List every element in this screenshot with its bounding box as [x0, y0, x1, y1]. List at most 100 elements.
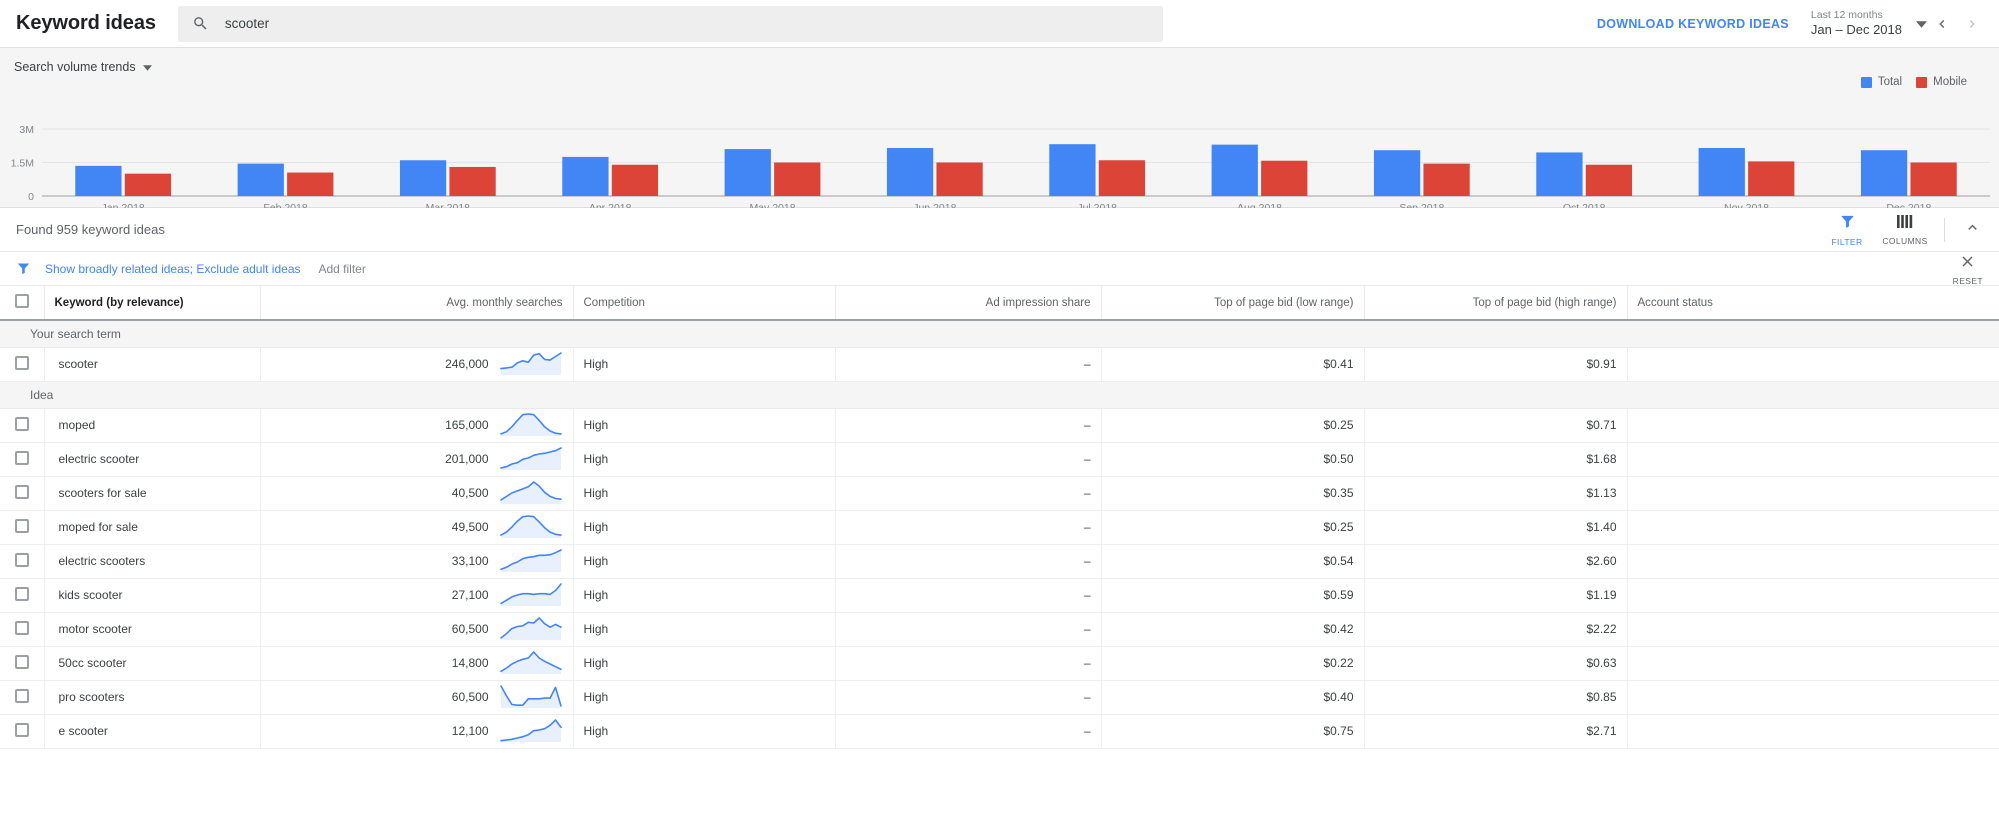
ad-impression-share-cell: – — [835, 347, 1102, 382]
search-icon — [192, 15, 209, 32]
table-row[interactable]: 50cc scooter 14,800 High – $0.22 $0.63 — [0, 646, 1999, 681]
row-checkbox-cell[interactable] — [0, 714, 45, 749]
date-range-value: Jan – Dec 2018 — [1810, 22, 1902, 38]
column-header-bid-low[interactable]: Top of page bid (low range) — [1101, 286, 1365, 321]
toolbar-divider — [1944, 218, 1945, 242]
chart-title-dropdown[interactable]: Search volume trends — [0, 48, 152, 76]
column-header-competition[interactable]: Competition — [573, 286, 836, 321]
search-box[interactable] — [177, 5, 1163, 42]
row-checkbox[interactable] — [14, 688, 29, 703]
table-row[interactable]: kids scooter 27,100 High – $0.59 $1.19 — [0, 578, 1999, 613]
sparkline-chart — [499, 352, 562, 375]
avg-monthly-searches-cell: 201,000 — [260, 442, 574, 477]
keyword-cell: 50cc scooter — [44, 646, 261, 681]
avg-monthly-searches-cell: 33,100 — [260, 544, 574, 579]
chevron-down-icon[interactable] — [1916, 19, 1927, 30]
row-checkbox-cell[interactable] — [0, 442, 45, 477]
row-checkbox[interactable] — [14, 586, 29, 601]
select-all-checkbox[interactable] — [14, 294, 29, 308]
sparkline-chart — [499, 719, 562, 742]
column-header-ad-impression-share[interactable]: Ad impression share — [835, 286, 1102, 321]
row-checkbox-cell[interactable] — [0, 510, 45, 545]
keyword-cell: pro scooters — [44, 680, 261, 715]
row-checkbox[interactable] — [14, 722, 29, 737]
previous-period-button[interactable] — [1927, 9, 1957, 39]
table-row[interactable]: e scooter 12,100 High – $0.75 $2.71 — [0, 714, 1999, 749]
top-bar-right: DOWNLOAD KEYWORD IDEAS Last 12 months Ja… — [1597, 0, 1987, 48]
row-checkbox[interactable] — [14, 552, 29, 567]
table-group-label-cell: Idea — [0, 381, 1999, 409]
table-row[interactable]: motor scooter 60,500 High – $0.42 $2.22 — [0, 612, 1999, 647]
avg-monthly-searches-cell: 165,000 — [260, 408, 574, 443]
row-checkbox[interactable] — [14, 416, 29, 431]
avg-monthly-searches-cell: 40,500 — [260, 476, 574, 511]
row-checkbox[interactable] — [14, 450, 29, 465]
avg-monthly-searches-cell: 60,500 — [260, 612, 574, 647]
reset-button-label: RESET — [1952, 275, 1983, 286]
row-checkbox-cell[interactable] — [0, 347, 45, 382]
avg-monthly-searches-value: 14,800 — [451, 656, 489, 670]
avg-monthly-searches-cell: 27,100 — [260, 578, 574, 613]
row-checkbox-cell[interactable] — [0, 680, 45, 715]
account-status-cell — [1627, 408, 1999, 443]
svg-text:1.5M: 1.5M — [11, 158, 34, 170]
row-checkbox-cell[interactable] — [0, 612, 45, 647]
row-checkbox[interactable] — [14, 518, 29, 533]
keyword-cell: moped — [44, 408, 261, 443]
collapse-panel-button[interactable] — [1955, 213, 1989, 247]
table-row[interactable]: scooters for sale 40,500 High – $0.35 $1… — [0, 476, 1999, 511]
account-status-cell — [1627, 476, 1999, 511]
filter-button[interactable]: FILTER — [1818, 213, 1876, 247]
bid-high-cell: $1.19 — [1364, 578, 1628, 613]
avg-monthly-searches-value: 12,100 — [451, 724, 489, 738]
row-checkbox[interactable] — [14, 355, 29, 370]
row-checkbox-cell[interactable] — [0, 476, 45, 511]
sparkline-chart — [499, 515, 562, 538]
column-header-keyword[interactable]: Keyword (by relevance) — [44, 286, 261, 321]
date-range-selector[interactable]: Last 12 months Jan – Dec 2018 — [1811, 9, 1902, 38]
row-checkbox-cell[interactable] — [0, 646, 45, 681]
filter-bar: Show broadly related ideas; Exclude adul… — [0, 252, 1999, 286]
column-header-avg-monthly-searches[interactable]: Avg. monthly searches — [260, 286, 574, 321]
filter-funnel-icon[interactable] — [16, 261, 31, 276]
ad-impression-share-cell: – — [835, 544, 1102, 579]
keyword-cell: scooters for sale — [44, 476, 261, 511]
table-group-label: Idea — [30, 387, 54, 402]
row-checkbox[interactable] — [14, 484, 29, 499]
row-checkbox-cell[interactable] — [0, 544, 45, 579]
row-checkbox[interactable] — [14, 654, 29, 669]
sparkline-chart — [499, 583, 562, 606]
select-all-header[interactable] — [0, 286, 45, 321]
account-status-cell — [1627, 680, 1999, 715]
competition-cell: High — [573, 347, 836, 382]
bid-high-cell: $0.71 — [1364, 408, 1628, 443]
reset-button[interactable]: RESET — [1953, 252, 1983, 286]
table-row[interactable]: moped for sale 49,500 High – $0.25 $1.40 — [0, 510, 1999, 545]
active-filters-chip[interactable]: Show broadly related ideas; Exclude adul… — [45, 262, 301, 276]
columns-button[interactable]: COLUMNS — [1876, 214, 1934, 246]
table-group-label-cell: Your search term — [0, 320, 1999, 348]
bid-high-cell: $1.68 — [1364, 442, 1628, 477]
bid-low-cell: $0.75 — [1101, 714, 1365, 749]
download-keyword-ideas-button[interactable]: DOWNLOAD KEYWORD IDEAS — [1597, 17, 1789, 31]
table-row[interactable]: pro scooters 60,500 High – $0.40 $0.85 — [0, 680, 1999, 715]
next-period-button[interactable] — [1957, 9, 1987, 39]
bid-low-cell: $0.41 — [1101, 347, 1365, 382]
table-row[interactable]: electric scooters 33,100 High – $0.54 $2… — [0, 544, 1999, 579]
table-row[interactable]: scooter 246,000 High – $0.41 $0.91 — [0, 347, 1999, 382]
table-row[interactable]: electric scooter 201,000 High – $0.50 $1… — [0, 442, 1999, 477]
table-row[interactable]: moped 165,000 High – $0.25 $0.71 — [0, 408, 1999, 443]
row-checkbox-cell[interactable] — [0, 578, 45, 613]
svg-text:3M: 3M — [19, 124, 34, 136]
column-header-account-status[interactable]: Account status — [1627, 286, 1999, 321]
date-range-label: Last 12 months — [1810, 9, 1883, 22]
account-status-cell — [1627, 578, 1999, 613]
keyword-cell: electric scooters — [44, 544, 261, 579]
account-status-cell — [1627, 612, 1999, 647]
search-input[interactable] — [222, 5, 1149, 42]
column-header-bid-high[interactable]: Top of page bid (high range) — [1364, 286, 1628, 321]
bid-high-cell: $0.63 — [1364, 646, 1628, 681]
row-checkbox[interactable] — [14, 620, 29, 635]
row-checkbox-cell[interactable] — [0, 408, 45, 443]
add-filter-button[interactable]: Add filter — [319, 262, 366, 276]
